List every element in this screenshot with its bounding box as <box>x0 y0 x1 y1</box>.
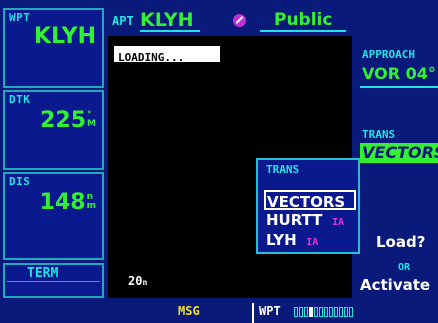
page-box <box>329 307 333 317</box>
trans-value: VECTORS <box>362 143 438 162</box>
dtk-value: 225 <box>40 108 87 133</box>
dis-value-group: 148 n m <box>40 190 96 215</box>
activate-prompt[interactable]: Activate <box>360 276 430 294</box>
popup-item-vectors[interactable]: VECTORS <box>264 190 356 210</box>
page-box <box>344 307 348 317</box>
term-label: TERM <box>27 266 59 281</box>
page-box <box>334 307 338 317</box>
dis-value: 148 <box>39 190 86 215</box>
footer-bar: MSG WPT <box>0 303 438 323</box>
wpt-group-label: WPT <box>259 304 281 318</box>
airport-identifier: KLYH <box>140 9 194 31</box>
trans-popup[interactable]: TRANS VECTORS HURTT IA LYH IA <box>256 158 360 254</box>
dtk-unit-bottom: M <box>87 119 96 129</box>
page-indicator: WPT <box>252 303 353 323</box>
dtk-field[interactable]: DTK 225 ° M <box>3 90 104 170</box>
page-box <box>304 307 308 317</box>
page-box <box>339 307 343 317</box>
popup-item-hurtt[interactable]: HURTT IA <box>266 210 344 229</box>
popup-item-name: LYH <box>266 231 297 249</box>
airport-type: Public <box>274 10 333 30</box>
msg-annunciator: MSG <box>178 304 200 318</box>
page-box <box>314 307 318 317</box>
dtk-label: DTK <box>9 93 31 106</box>
header-bar: APT KLYH Public <box>108 8 352 34</box>
popup-item-name: HURTT <box>266 211 323 229</box>
approach-field[interactable]: VOR 04° <box>360 64 438 88</box>
trans-field[interactable]: VECTORS <box>360 143 438 163</box>
airport-type-icon <box>233 14 246 27</box>
dtk-value-group: 225 ° M <box>40 108 96 133</box>
page-box <box>324 307 328 317</box>
approach-value: VOR 04° <box>362 64 436 83</box>
page-box <box>299 307 303 317</box>
wpt-value: KLYH <box>34 24 96 49</box>
map-zoom: 20n <box>128 274 147 288</box>
dis-unit-bottom: m <box>86 201 96 211</box>
popup-item-suffix: IA <box>306 237 319 248</box>
popup-title: TRANS <box>266 163 300 176</box>
page-box <box>294 307 298 317</box>
load-prompt: Load? <box>376 233 426 251</box>
loading-banner: LOADING... <box>114 46 220 64</box>
page-box <box>349 307 353 317</box>
popup-item-lyh[interactable]: LYH IA <box>266 230 318 249</box>
loading-text: LOADING... <box>118 51 185 64</box>
page-tag: APT <box>112 14 134 28</box>
popup-item-name: VECTORS <box>267 193 346 211</box>
or-label: OR <box>398 262 411 273</box>
page-box-active <box>309 307 313 317</box>
dis-field[interactable]: DIS 148 n m <box>3 172 104 260</box>
term-indicator: TERM <box>3 263 104 298</box>
page-box <box>319 307 323 317</box>
approach-label: APPROACH <box>362 48 415 61</box>
wpt-label: WPT <box>9 11 31 24</box>
trans-label: TRANS <box>362 128 396 141</box>
identifier-field[interactable]: KLYH <box>140 10 200 32</box>
wpt-field[interactable]: WPT KLYH <box>3 8 104 88</box>
popup-item-suffix: IA <box>332 217 345 228</box>
dis-label: DIS <box>9 175 31 188</box>
airport-type-field[interactable]: Public <box>260 10 346 32</box>
zoom-value: 20 <box>128 274 143 288</box>
zoom-unit: n <box>142 278 148 287</box>
